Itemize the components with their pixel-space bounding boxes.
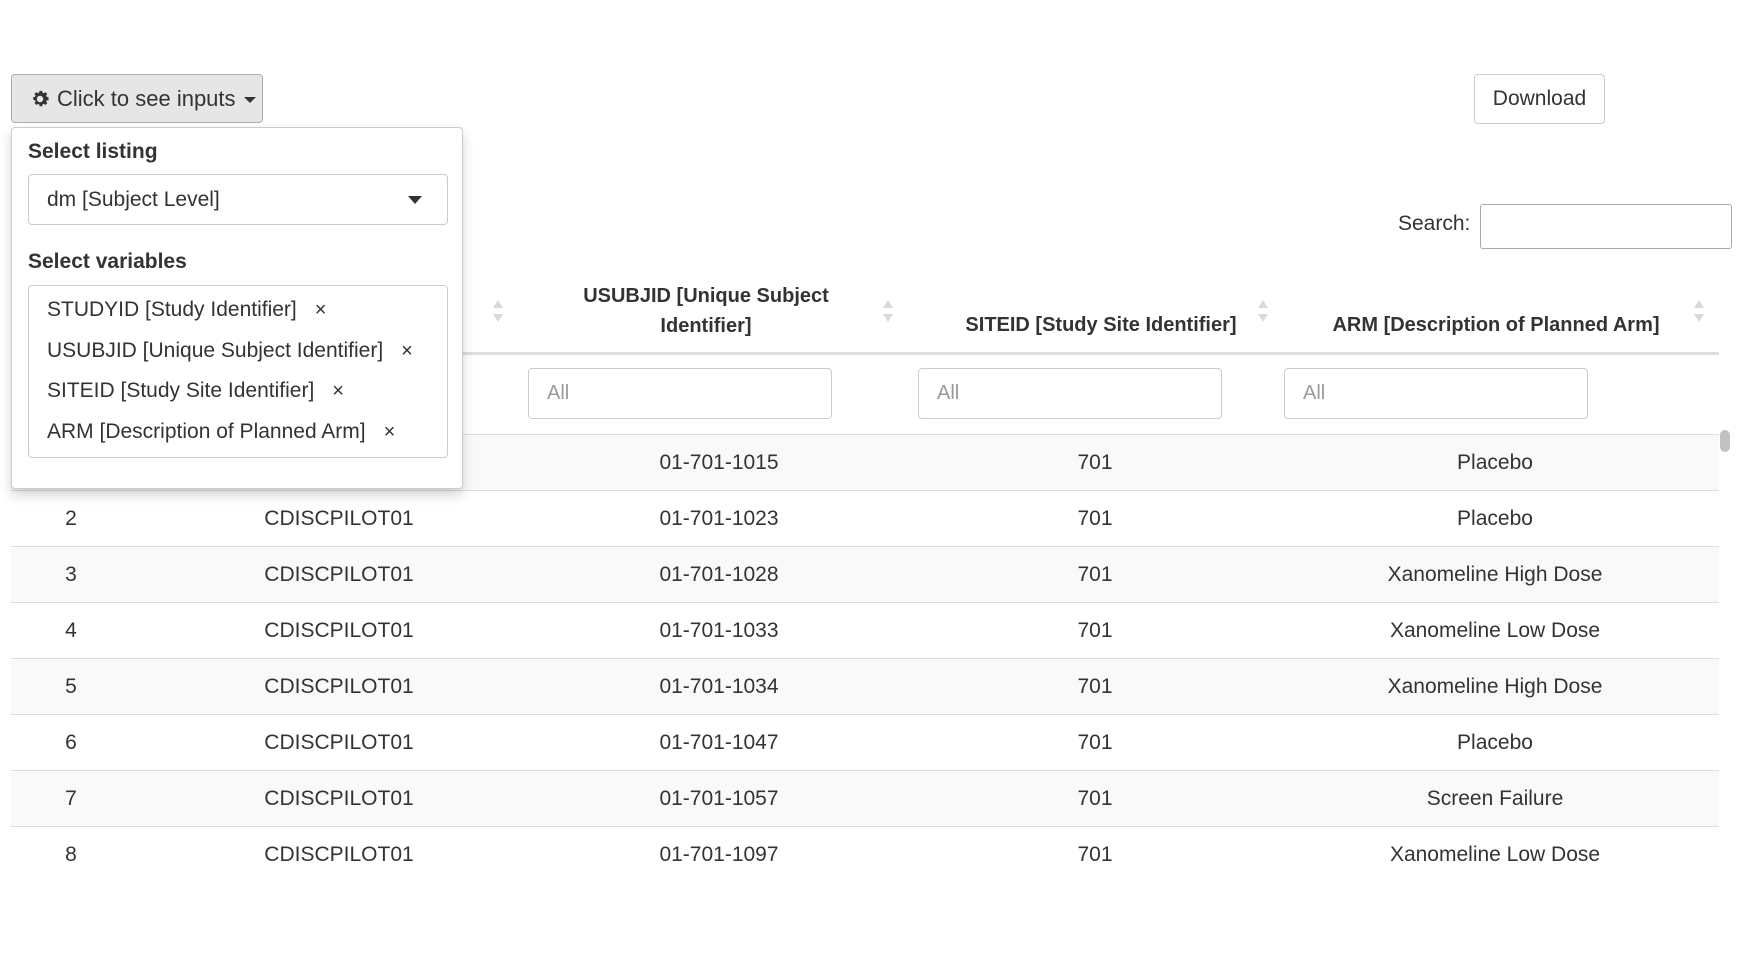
arm-filter-input[interactable] bbox=[1284, 368, 1588, 419]
remove-icon[interactable]: × bbox=[401, 340, 413, 363]
cell-siteid: 701 bbox=[1077, 786, 1113, 810]
chevron-down-icon bbox=[408, 196, 422, 204]
table-row[interactable]: 8 CDISCPILOT01 01-701-1097 701 Xanomeline Lo… bbox=[11, 826, 1719, 882]
remove-icon[interactable]: × bbox=[384, 421, 396, 444]
variable-tag: USUBJID [Unique Subject Identifier] × bbox=[47, 339, 413, 363]
cell-siteid: 701 bbox=[1077, 450, 1113, 474]
sort-icon[interactable] bbox=[1258, 300, 1268, 322]
cell-num: 2 bbox=[65, 506, 77, 530]
cell-studyid: CDISCPILOT01 bbox=[264, 674, 414, 698]
cell-usubjid: 01-701-1047 bbox=[659, 730, 779, 754]
inputs-button-label: Click to see inputs bbox=[57, 85, 236, 111]
cell-usubjid: 01-701-1015 bbox=[659, 450, 779, 474]
cell-num: 6 bbox=[65, 730, 77, 754]
listing-select[interactable]: dm [Subject Level] bbox=[28, 174, 448, 225]
search-input[interactable] bbox=[1480, 204, 1732, 249]
cell-usubjid: 01-701-1097 bbox=[659, 842, 779, 866]
header-siteid[interactable]: SITEID [Study Site Identifier] bbox=[916, 270, 1286, 352]
cell-siteid: 701 bbox=[1077, 730, 1113, 754]
cell-num: 7 bbox=[65, 786, 77, 810]
siteid-filter-input[interactable] bbox=[918, 368, 1222, 419]
table-row[interactable]: 7 CDISCPILOT01 01-701-1057 701 Screen Failur… bbox=[11, 770, 1719, 826]
cell-studyid: CDISCPILOT01 bbox=[264, 842, 414, 866]
sort-icon[interactable] bbox=[493, 300, 503, 322]
variable-tag: STUDYID [Study Identifier] × bbox=[47, 298, 327, 322]
cell-usubjid: 01-701-1023 bbox=[659, 506, 779, 530]
cell-arm: Xanomeline Low Dose bbox=[1389, 842, 1601, 866]
sort-icon[interactable] bbox=[1694, 300, 1704, 322]
cell-usubjid: 01-701-1033 bbox=[659, 618, 779, 642]
usubjid-filter-input[interactable] bbox=[528, 368, 832, 419]
select-variables-label: Select variables bbox=[28, 250, 187, 273]
cell-studyid: CDISCPILOT01 bbox=[264, 562, 414, 586]
inputs-panel: Select listing dm [Subject Level] Select… bbox=[11, 127, 463, 489]
remove-icon[interactable]: × bbox=[315, 299, 327, 322]
sort-icon[interactable] bbox=[883, 300, 893, 322]
cell-num: 8 bbox=[65, 842, 77, 866]
cell-siteid: 701 bbox=[1077, 674, 1113, 698]
variable-tag: ARM [Description of Planned Arm] × bbox=[47, 420, 396, 444]
variable-tag: SITEID [Study Site Identifier] × bbox=[47, 379, 344, 403]
table-row[interactable]: 5 CDISCPILOT01 01-701-1034 701 Xanomeline Hi… bbox=[11, 658, 1719, 714]
table-row[interactable]: 4 CDISCPILOT01 01-701-1033 701 Xanomeline Lo… bbox=[11, 602, 1719, 658]
cell-siteid: 701 bbox=[1077, 618, 1113, 642]
cell-usubjid: 01-701-1057 bbox=[659, 786, 779, 810]
cell-siteid: 701 bbox=[1077, 506, 1113, 530]
cell-arm: Placebo bbox=[1457, 506, 1533, 530]
header-usubjid[interactable]: USUBJID [Unique Subject Identifier] bbox=[521, 270, 891, 352]
cell-num: 5 bbox=[65, 674, 77, 698]
gear-icon bbox=[33, 90, 49, 106]
cell-usubjid: 01-701-1028 bbox=[659, 562, 779, 586]
cell-usubjid: 01-701-1034 bbox=[659, 674, 779, 698]
scrollbar-thumb[interactable] bbox=[1720, 430, 1730, 452]
table-row[interactable]: 6 CDISCPILOT01 01-701-1047 701 Placebo bbox=[11, 714, 1719, 770]
cell-siteid: 701 bbox=[1077, 842, 1113, 866]
table-row[interactable]: 2 CDISCPILOT01 01-701-1023 701 Placebo bbox=[11, 490, 1719, 546]
caret-down-icon bbox=[243, 97, 256, 103]
table-body: 1CDISCPILOT0101-701-1015701Placebo2CDISC… bbox=[11, 434, 1719, 882]
cell-siteid: 701 bbox=[1077, 562, 1113, 586]
variables-multiselect[interactable]: STUDYID [Study Identifier] × USUBJID [Un… bbox=[28, 285, 448, 458]
table-row[interactable]: 3 CDISCPILOT01 01-701-1028 701 Xanomeline Hi… bbox=[11, 546, 1719, 602]
cell-arm: Xanomeline Low Dose bbox=[1389, 618, 1601, 642]
cell-studyid: CDISCPILOT01 bbox=[264, 506, 414, 530]
download-button[interactable]: Download bbox=[1474, 74, 1605, 124]
listing-select-value: dm [Subject Level] bbox=[47, 187, 220, 211]
cell-arm: Xanomeline High Dose bbox=[1387, 674, 1603, 698]
cell-num: 3 bbox=[65, 562, 77, 586]
cell-arm: Placebo bbox=[1457, 730, 1533, 754]
cell-studyid: CDISCPILOT01 bbox=[264, 786, 414, 810]
cell-arm: Placebo bbox=[1457, 450, 1533, 474]
header-arm[interactable]: ARM [Description of Planned Arm] bbox=[1296, 270, 1696, 352]
cell-studyid: CDISCPILOT01 bbox=[264, 618, 414, 642]
cell-arm: Screen Failure bbox=[1426, 786, 1564, 810]
cell-studyid: CDISCPILOT01 bbox=[264, 730, 414, 754]
remove-icon[interactable]: × bbox=[332, 380, 344, 403]
search-label: Search: bbox=[1398, 212, 1471, 235]
inputs-dropdown-button[interactable]: Click to see inputs bbox=[11, 74, 263, 123]
cell-arm: Xanomeline High Dose bbox=[1387, 562, 1603, 586]
select-listing-label: Select listing bbox=[28, 140, 158, 163]
cell-num: 4 bbox=[65, 618, 77, 642]
